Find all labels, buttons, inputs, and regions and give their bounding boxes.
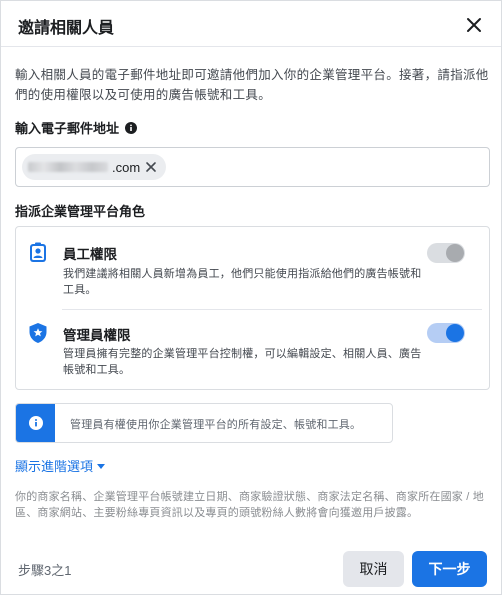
role-title: 管理員權限 bbox=[63, 328, 131, 343]
dialog-intro: 輸入相關人員的電子郵件地址即可邀請他們加入你的企業管理平台。接著，請指派他們的使… bbox=[15, 68, 489, 102]
dialog-header: 邀請相關人員 bbox=[1, 1, 501, 47]
show-advanced-options-link[interactable]: 顯示進階選項 bbox=[15, 456, 106, 475]
role-list: 員工權限 我們建議將相關人員新增為員工，他們只能使用指派給他們的廣告帳號和工具。… bbox=[15, 226, 490, 390]
employee-badge-icon bbox=[30, 242, 46, 262]
role-item-employee[interactable]: 員工權限 我們建議將相關人員新增為員工，他們只能使用指派給他們的廣告帳號和工具。 bbox=[16, 227, 489, 310]
employee-role-toggle[interactable] bbox=[427, 243, 465, 263]
advanced-options-label: 顯示進階選項 bbox=[15, 459, 94, 474]
notice-text: 管理員有權使用你企業管理平台的所有設定、帳號和工具。 bbox=[70, 419, 362, 431]
info-icon[interactable] bbox=[125, 121, 138, 134]
email-label-text: 輸入電子郵件地址 bbox=[15, 121, 120, 136]
email-chip: .com bbox=[22, 154, 167, 180]
remove-email-icon[interactable] bbox=[144, 160, 158, 174]
close-icon bbox=[467, 18, 481, 32]
role-item-admin[interactable]: 管理員權限 管理員擁有完整的企業管理平台控制權，可以編輯設定、相關人員、廣告帳號… bbox=[16, 310, 489, 389]
next-button[interactable]: 下一步 bbox=[412, 551, 487, 587]
email-input-field[interactable]: .com bbox=[15, 147, 490, 187]
close-button[interactable] bbox=[462, 13, 486, 37]
invite-people-dialog: 邀請相關人員 輸入相關人員的電子郵件地址即可邀請他們加入你的企業管理平台。接著，… bbox=[0, 0, 502, 595]
caret-down-icon bbox=[97, 463, 106, 469]
admin-shield-icon bbox=[29, 323, 47, 343]
toggle-knob bbox=[446, 324, 464, 342]
info-icon bbox=[28, 416, 43, 430]
notice-accent-bar bbox=[16, 404, 55, 442]
email-chip-domain: .com bbox=[112, 159, 141, 175]
role-title: 員工權限 bbox=[63, 247, 117, 262]
role-description: 管理員擁有完整的企業管理平台控制權，可以編輯設定、相關人員、廣告帳號和工具。 bbox=[63, 348, 422, 376]
role-description: 我們建議將相關人員新增為員工，他們只能使用指派給他們的廣告帳號和工具。 bbox=[63, 268, 422, 296]
admin-notice-banner: 管理員有權使用你企業管理平台的所有設定、帳號和工具。 bbox=[15, 403, 393, 443]
redacted-email-local-part bbox=[28, 162, 108, 172]
toggle-knob bbox=[446, 244, 464, 262]
privacy-footnote: 你的商家名稱、企業管理平台帳號建立日期、商家驗證狀態、商家法定名稱、商家所在國家… bbox=[15, 491, 484, 519]
role-section-heading: 指派企業管理平台角色 bbox=[15, 204, 146, 219]
step-indicator: 步驟3之1 bbox=[18, 563, 72, 578]
email-section-label: 輸入電子郵件地址 bbox=[15, 118, 138, 137]
dialog-title: 邀請相關人員 bbox=[18, 20, 115, 37]
admin-role-toggle[interactable] bbox=[427, 323, 465, 343]
cancel-button[interactable]: 取消 bbox=[343, 551, 404, 587]
